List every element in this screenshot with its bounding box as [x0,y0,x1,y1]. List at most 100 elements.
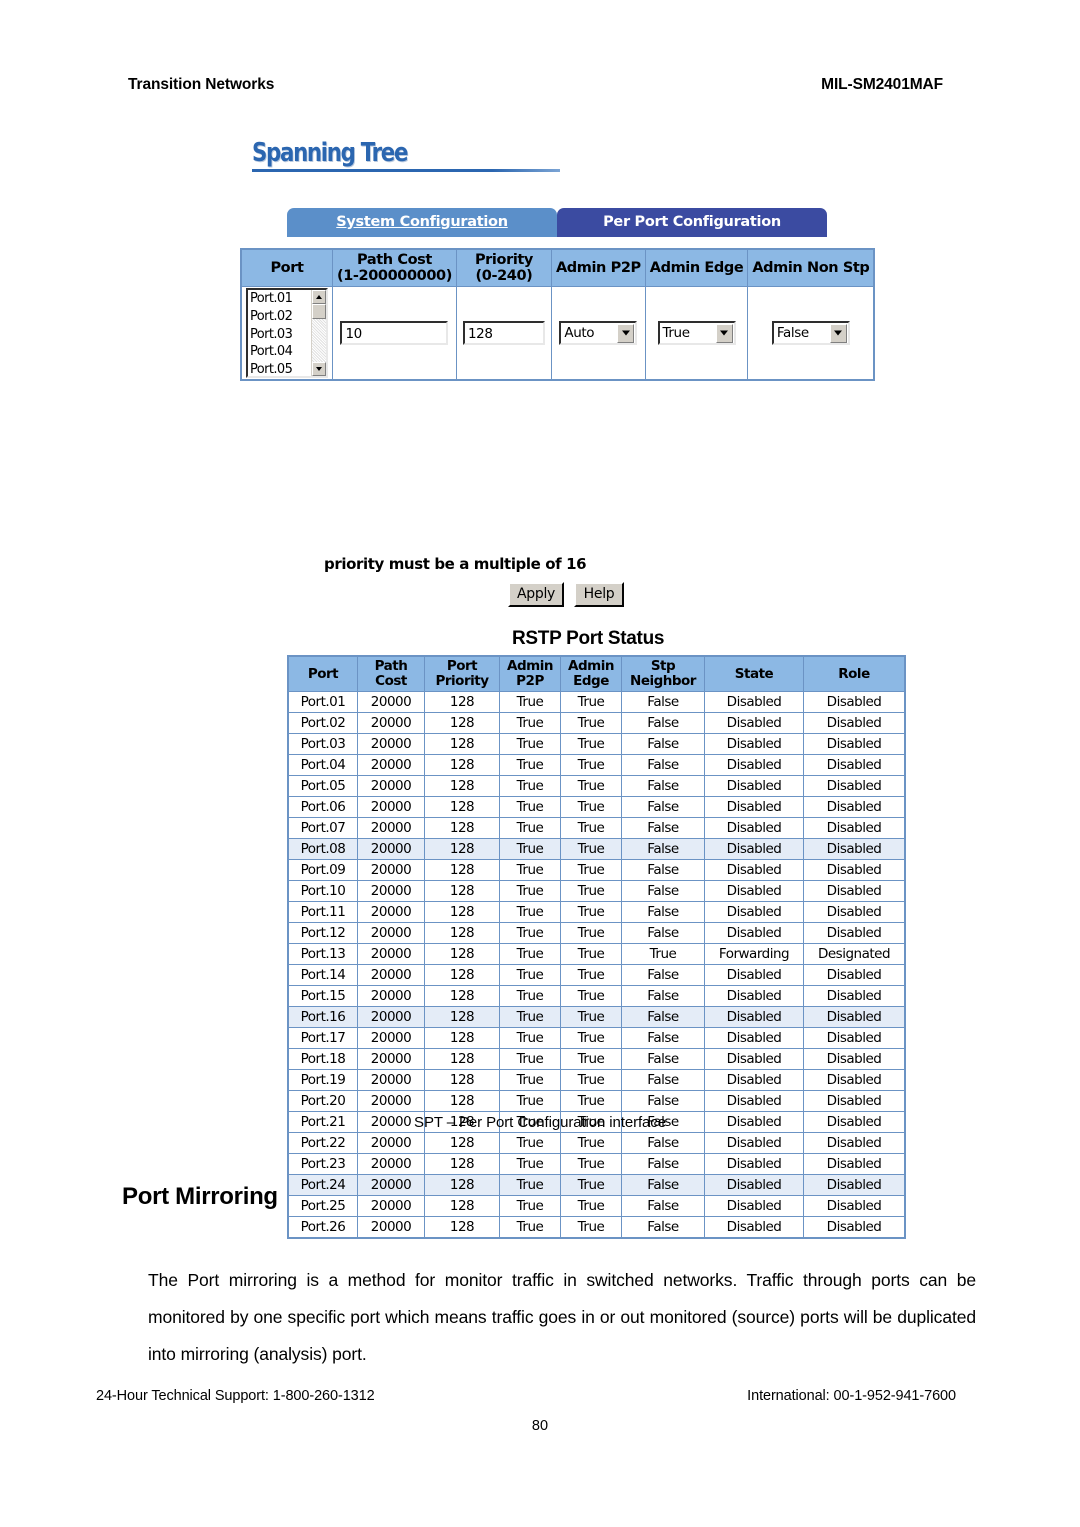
rstp-cell-state: Disabled [704,1174,804,1197]
rstp-cell-path-cost: 20000 [357,1174,425,1197]
port-select-listbox[interactable]: Port.01 Port.02 Port.03 Port.04 Port.05 [246,288,328,379]
table-row: Port.02 20000 128 True True False Disabled Disa… [287,712,906,735]
scroll-up-arrow-icon[interactable] [312,290,326,305]
rstp-cell-role: Disabled [803,817,906,840]
apply-button[interactable]: Apply [508,582,565,607]
table-row: Port.16 20000 128 True True False Disabled Disa… [287,1006,906,1029]
tab-per-port-configuration[interactable]: Per Port Configuration [557,208,827,237]
rstp-col-admin-edge-line1: Admin [568,658,614,674]
help-button[interactable]: Help [574,582,625,607]
admin-non-stp-select[interactable]: False [771,321,850,346]
path-cost-input[interactable]: 10 [340,321,449,346]
priority-input[interactable]: 128 [462,321,545,346]
chevron-down-icon[interactable] [829,323,847,343]
port-option-5[interactable]: Port.05 [250,361,311,377]
scrollbar-thumb[interactable] [312,304,326,320]
rstp-cell-port-priority: 128 [424,901,500,924]
rstp-cell-path-cost: 20000 [357,964,425,987]
port-select-options[interactable]: Port.01 Port.02 Port.03 Port.04 Port.05 [248,290,311,376]
rstp-cell-port: Port.03 [287,733,358,756]
rstp-cell-path-cost: 20000 [357,880,425,903]
rstp-col-path-cost: Path Cost [357,655,425,693]
admin-edge-select[interactable]: True [657,321,736,346]
rstp-cell-role: Disabled [803,1048,906,1071]
rstp-cell-stp-neighbor: False [621,859,705,882]
table-row: Port.05 20000 128 True True False Disabled Disa… [287,775,906,798]
rstp-cell-admin-edge: True [560,964,622,987]
rstp-cell-state: Forwarding [704,943,804,966]
configuration-tabs: System Configuration Per Port Configurat… [287,208,827,237]
table-row: Port.25 20000 128 True True False Disabled Disa… [287,1195,906,1218]
admin-non-stp-select-value: False [776,325,809,342]
rstp-cell-role: Disabled [803,1006,906,1029]
rstp-cell-port: Port.26 [287,1216,358,1239]
figure-caption: SPT – Per Port Configuration interface [414,1114,666,1131]
rstp-cell-path-cost: 20000 [357,1195,425,1218]
rstp-cell-path-cost: 20000 [357,1132,425,1155]
port-option-4[interactable]: Port.04 [250,343,311,361]
config-cell-admin-edge: True [644,286,749,381]
rstp-cell-admin-edge: True [560,1006,622,1029]
rstp-cell-role: Disabled [803,1090,906,1113]
rstp-cell-admin-p2p: True [499,712,561,735]
config-cell-port: Port.01 Port.02 Port.03 Port.04 Port.05 [240,286,333,381]
rstp-cell-port-priority: 128 [424,691,500,714]
rstp-col-stp-neighbor-line1: Stp [650,658,676,674]
scroll-down-arrow-icon[interactable] [312,362,326,377]
rstp-cell-admin-p2p: True [499,1090,561,1113]
rstp-cell-admin-p2p: True [499,985,561,1008]
rstp-cell-path-cost: 20000 [357,796,425,819]
tab-system-configuration[interactable]: System Configuration [287,208,557,237]
rstp-cell-port-priority: 128 [424,817,500,840]
rstp-cell-admin-edge: True [560,733,622,756]
rstp-cell-admin-p2p: True [499,1006,561,1029]
rstp-cell-state: Disabled [704,922,804,945]
rstp-cell-port-priority: 128 [424,985,500,1008]
config-col-priority-line2: (0-240) [475,268,533,285]
rstp-cell-port-priority: 128 [424,859,500,882]
rstp-cell-port: Port.12 [287,922,358,945]
chevron-down-icon[interactable] [617,323,635,343]
admin-p2p-select[interactable]: Auto [559,321,638,346]
rstp-cell-admin-p2p: True [499,775,561,798]
rstp-cell-port: Port.24 [287,1174,358,1197]
port-option-1[interactable]: Port.01 [250,290,311,308]
rstp-col-admin-p2p-line2: P2P [516,673,544,690]
rstp-cell-admin-p2p: True [499,964,561,987]
rstp-cell-admin-p2p: True [499,943,561,966]
rstp-cell-path-cost: 20000 [357,985,425,1008]
config-header-row: Port Path Cost (1-200000000) Priority (0… [240,248,875,288]
rstp-cell-admin-p2p: True [499,691,561,714]
rstp-cell-admin-edge: True [560,1216,622,1239]
scrollbar-track[interactable] [312,304,326,363]
rstp-cell-state: Disabled [704,1027,804,1050]
rstp-cell-state: Disabled [704,817,804,840]
port-option-2[interactable]: Port.02 [250,308,311,326]
rstp-cell-admin-p2p: True [499,1195,561,1218]
port-listbox-scrollbar[interactable] [311,290,326,377]
rstp-cell-port-priority: 128 [424,1195,500,1218]
table-row: Port.12 20000 128 True True False Disabled Disa… [287,922,906,945]
port-option-3[interactable]: Port.03 [250,326,311,344]
config-col-path-cost: Path Cost (1-200000000) [332,248,457,288]
config-col-admin-non-stp: Admin Non Stp [747,248,875,288]
config-col-priority: Priority (0-240) [455,248,552,288]
priority-note: priority must be a multiple of 16 [324,555,587,573]
rstp-cell-admin-p2p: True [499,1216,561,1239]
rstp-cell-stp-neighbor: False [621,775,705,798]
rstp-cell-port-priority: 128 [424,1027,500,1050]
rstp-cell-path-cost: 20000 [357,1069,425,1092]
rstp-cell-admin-p2p: True [499,1153,561,1176]
rstp-cell-path-cost: 20000 [357,754,425,777]
title-underline-rule [252,169,560,172]
rstp-cell-role: Disabled [803,880,906,903]
rstp-cell-stp-neighbor: True [621,943,705,966]
rstp-col-port-priority-line2: Priority [435,673,490,690]
rstp-cell-state: Disabled [704,880,804,903]
rstp-table-body: Port.01 20000 128 True True False Disabled Disa… [287,691,906,1239]
rstp-cell-role: Disabled [803,691,906,714]
rstp-cell-role: Disabled [803,733,906,756]
rstp-col-path-cost-line2: Cost [375,673,407,690]
chevron-down-icon[interactable] [715,323,733,343]
rstp-cell-admin-edge: True [560,1048,622,1071]
